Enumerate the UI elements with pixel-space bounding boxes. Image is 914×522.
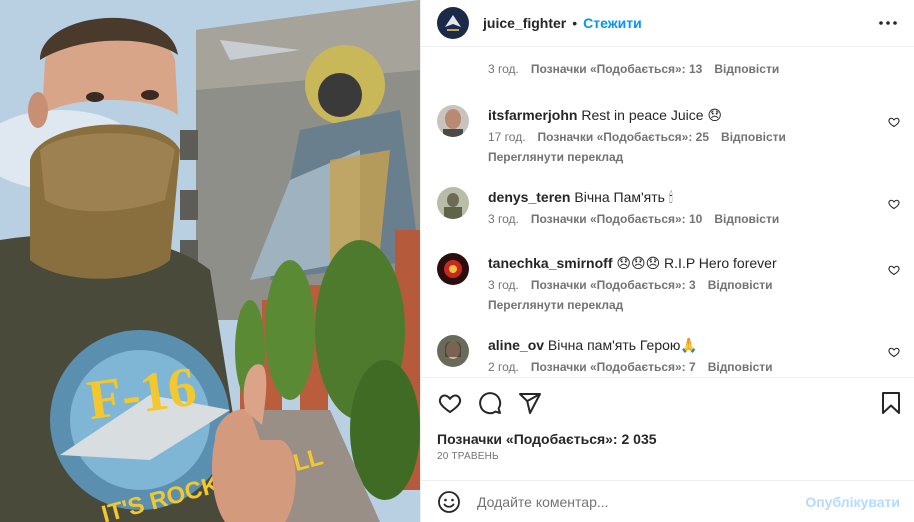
comment-meta: 3 год. Позначки «Подобається»: 3 Відпові… — [488, 278, 900, 292]
action-icons — [421, 378, 914, 428]
comment-time: 17 год. — [488, 130, 526, 144]
comment-likes[interactable]: Позначки «Подобається»: 13 — [531, 62, 702, 76]
selfie-illustration: F-16 IT'S ROCK 'N' ROLL — [0, 0, 420, 522]
comment-avatar[interactable] — [437, 105, 469, 137]
comment-item: 3 год. Позначки «Подобається»: 13 Відпов… — [437, 62, 900, 76]
comment-likes[interactable]: Позначки «Подобається»: 3 — [531, 278, 696, 292]
comment-avatar[interactable] — [437, 187, 469, 219]
reply-button[interactable]: Відповісти — [708, 360, 773, 374]
comment-item: denys_teren Вічна Пам'ять 🕯 3 год. Позна… — [437, 187, 900, 226]
comment-item: itsfarmerjohn Rest in peace Juice 😞 17 г… — [437, 105, 900, 164]
comment-time: 3 год. — [488, 212, 519, 226]
comment-time: 2 год. — [488, 360, 519, 374]
separator-dot: • — [572, 15, 578, 31]
comment-body: aline_ov Вічна пам'ять Герою🙏 2 год. Поз… — [488, 336, 900, 374]
bookmark-icon[interactable] — [878, 390, 904, 416]
comment-username[interactable]: aline_ov — [488, 337, 544, 353]
reply-button[interactable]: Відповісти — [721, 130, 786, 144]
comment-text-line: aline_ov Вічна пам'ять Герою🙏 — [488, 336, 900, 354]
comment-body: itsfarmerjohn Rest in peace Juice 😞 17 г… — [488, 106, 900, 164]
author-avatar[interactable] — [437, 7, 469, 39]
post-panel: juice_fighter • Стежити 3 год. Позначки … — [420, 0, 914, 522]
comment-username[interactable]: tanechka_smirnoff — [488, 255, 612, 271]
comment-username[interactable]: denys_teren — [488, 189, 570, 205]
author-avatar-image — [437, 7, 469, 39]
post-header: juice_fighter • Стежити — [421, 0, 914, 47]
comment-body: denys_teren Вічна Пам'ять 🕯 3 год. Позна… — [488, 188, 900, 226]
comment-text: Вічна пам'ять Герою🙏 — [547, 337, 698, 353]
comment-input[interactable] — [477, 493, 806, 510]
post-likes-count[interactable]: Позначки «Подобається»: 2 035 — [421, 431, 914, 447]
share-icon[interactable] — [517, 390, 543, 416]
author-username[interactable]: juice_fighter — [483, 15, 566, 31]
comment-body: tanechka_smirnoff 😞😞😞 R.I.P Hero forever… — [488, 254, 900, 312]
follow-button[interactable]: Стежити — [583, 15, 642, 31]
comment-avatar[interactable] — [437, 253, 469, 285]
see-translation-link[interactable]: Переглянути переклад — [488, 150, 900, 164]
publish-button[interactable]: Опублікувати — [805, 494, 900, 510]
post-actions: Позначки «Подобається»: 2 035 20 ТРАВЕНЬ — [421, 377, 914, 462]
comment-text-line: itsfarmerjohn Rest in peace Juice 😞 — [488, 106, 900, 124]
comment-meta: 3 год. Позначки «Подобається»: 13 Відпов… — [488, 62, 900, 76]
post-photo[interactable]: F-16 IT'S ROCK 'N' ROLL — [0, 0, 420, 522]
comment-meta: 17 год. Позначки «Подобається»: 25 Відпо… — [488, 130, 900, 144]
reply-button[interactable]: Відповісти — [714, 62, 779, 76]
comment-text-line: tanechka_smirnoff 😞😞😞 R.I.P Hero forever — [488, 254, 900, 272]
more-icon[interactable] — [876, 11, 900, 35]
see-translation-link[interactable]: Переглянути переклад — [488, 298, 900, 312]
add-comment-bar: Опублікувати — [421, 480, 914, 522]
comment-meta: 3 год. Позначки «Подобається»: 10 Відпов… — [488, 212, 900, 226]
comment-body: 3 год. Позначки «Подобається»: 13 Відпов… — [488, 62, 900, 76]
reply-button[interactable]: Відповісти — [708, 278, 773, 292]
comment-avatar[interactable] — [437, 335, 469, 367]
comment-time: 3 год. — [488, 278, 519, 292]
comments-list[interactable]: 3 год. Позначки «Подобається»: 13 Відпов… — [421, 48, 914, 376]
comment-likes[interactable]: Позначки «Подобається»: 25 — [538, 130, 709, 144]
comment-item: aline_ov Вічна пам'ять Герою🙏 2 год. Поз… — [437, 335, 900, 374]
comment-like-heart-icon[interactable] — [888, 264, 900, 276]
comment-username[interactable]: itsfarmerjohn — [488, 107, 577, 123]
comment-likes[interactable]: Позначки «Подобається»: 10 — [531, 212, 702, 226]
instagram-post: F-16 IT'S ROCK 'N' ROLL juice_fighter • … — [0, 0, 914, 522]
comment-like-heart-icon[interactable] — [888, 346, 900, 358]
comment-like-heart-icon[interactable] — [888, 116, 900, 128]
comment-text: 😞😞😞 R.I.P Hero forever — [616, 255, 777, 271]
comment-text: Rest in peace Juice 😞 — [581, 107, 723, 123]
comment-meta: 2 год. Позначки «Подобається»: 7 Відпові… — [488, 360, 900, 374]
comment-time: 3 год. — [488, 62, 519, 76]
emoji-icon[interactable] — [437, 490, 461, 514]
reply-button[interactable]: Відповісти — [714, 212, 779, 226]
comment-item: tanechka_smirnoff 😞😞😞 R.I.P Hero forever… — [437, 253, 900, 312]
comment-like-heart-icon[interactable] — [888, 198, 900, 210]
comment-text-line: denys_teren Вічна Пам'ять 🕯 — [488, 188, 900, 206]
comment-icon[interactable] — [477, 390, 503, 416]
comment-text: Вічна Пам'ять 🕯 — [574, 189, 673, 205]
comment-likes[interactable]: Позначки «Подобається»: 7 — [531, 360, 696, 374]
heart-icon[interactable] — [437, 390, 463, 416]
post-date: 20 ТРАВЕНЬ — [437, 451, 499, 462]
